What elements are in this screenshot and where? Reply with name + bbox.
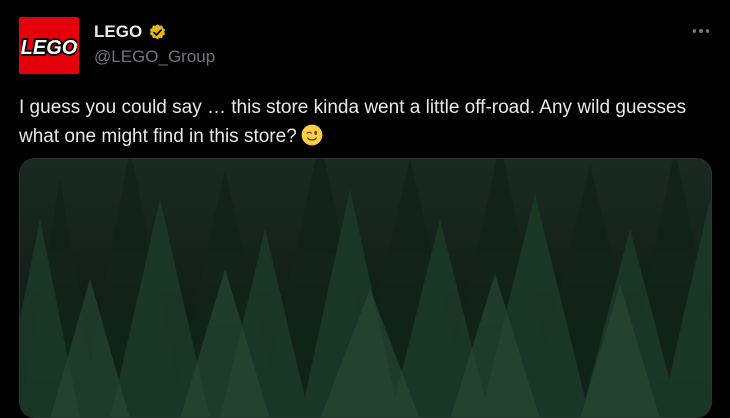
post-media[interactable]: [19, 158, 712, 418]
winking-face-emoji: [301, 124, 323, 146]
display-name[interactable]: LEGO: [94, 22, 142, 42]
post-body: I guess you could say … this store kinda…: [19, 97, 687, 147]
lego-logo-icon: LEGO: [21, 35, 77, 61]
more-dots-icon: [705, 29, 710, 33]
post: LEGO LEGO @LEGO_Group I guess you could …: [0, 0, 730, 418]
verified-badge-icon: [149, 23, 166, 39]
more-dots-icon: [699, 29, 703, 33]
author-name-row: LEGO: [94, 21, 167, 43]
more-options-button[interactable]: [686, 21, 716, 41]
svg-text:LEGO: LEGO: [21, 37, 77, 59]
lego-logo-avatar[interactable]: LEGO: [19, 17, 79, 74]
author-handle[interactable]: @LEGO_Group: [94, 47, 215, 67]
pine-forest-image: [20, 159, 711, 417]
post-text: I guess you could say … this store kinda…: [19, 93, 709, 151]
more-dots-icon: [692, 29, 697, 33]
